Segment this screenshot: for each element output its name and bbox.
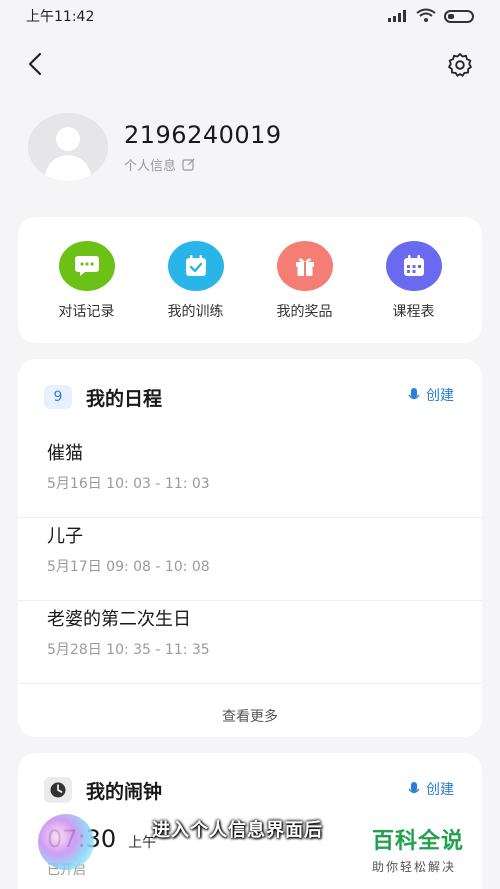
quick-action-timetable[interactable]: 课程表 bbox=[364, 241, 464, 343]
status-time: 上午11:42 bbox=[26, 9, 95, 25]
microphone-icon bbox=[408, 782, 420, 794]
schedule-item-title: 儿子 bbox=[47, 526, 83, 547]
schedule-header: 9 我的日程 创建 bbox=[18, 359, 482, 435]
voice-assistant-orb[interactable] bbox=[38, 814, 94, 870]
quick-action-label: 课程表 bbox=[392, 304, 435, 320]
chat-icon bbox=[58, 241, 115, 291]
avatar[interactable] bbox=[28, 113, 108, 181]
schedule-item-title: 催猫 bbox=[47, 443, 83, 464]
watermark-subtitle: 助你轻松解决 bbox=[372, 860, 457, 874]
quick-action-label: 对话记录 bbox=[58, 304, 115, 320]
create-label: 创建 bbox=[426, 782, 454, 798]
wifi-icon bbox=[416, 7, 436, 26]
personal-info-link[interactable]: 个人信息 bbox=[124, 155, 282, 174]
schedule-card: 9 我的日程 创建 催猫 5月16日 10: 03 - 11: 03 儿子 5月… bbox=[18, 359, 482, 737]
watermark-title: 百科全说 bbox=[372, 829, 465, 854]
calendar-grid-icon bbox=[385, 241, 442, 291]
schedule-item-title: 老婆的第二次生日 bbox=[47, 609, 191, 630]
personal-info-label: 个人信息 bbox=[124, 158, 177, 174]
back-button[interactable] bbox=[22, 50, 50, 78]
chevron-left-icon bbox=[28, 52, 42, 76]
schedule-item-time: 5月17日 09: 08 - 10: 08 bbox=[47, 559, 210, 575]
quick-action-my-training[interactable]: 我的训练 bbox=[146, 241, 246, 343]
calendar-check-icon bbox=[167, 241, 224, 291]
view-more-button[interactable]: 查看更多 bbox=[18, 684, 482, 747]
signal-icon bbox=[388, 7, 408, 26]
schedule-create-button[interactable]: 创建 bbox=[408, 385, 454, 405]
top-nav bbox=[0, 44, 500, 84]
watermark: 百科全说 助你轻松解决 bbox=[372, 828, 494, 875]
clock-icon bbox=[44, 777, 72, 803]
profile-section: 2196240019 个人信息 bbox=[28, 112, 282, 182]
schedule-item[interactable]: 老婆的第二次生日 5月28日 10: 35 - 11: 35 bbox=[18, 601, 482, 684]
microphone-icon bbox=[408, 388, 420, 400]
gear-icon bbox=[448, 53, 472, 77]
create-label: 创建 bbox=[426, 388, 454, 404]
video-subtitle: 进入个人信息界面后 bbox=[152, 820, 323, 841]
quick-action-my-prizes[interactable]: 我的奖品 bbox=[255, 241, 355, 343]
status-bar: 上午11:42 bbox=[0, 0, 500, 32]
user-id: 2196240019 bbox=[124, 120, 282, 149]
status-icons bbox=[388, 7, 474, 26]
quick-action-label: 我的训练 bbox=[167, 304, 224, 320]
battery-icon bbox=[444, 9, 474, 23]
schedule-item[interactable]: 催猫 5月16日 10: 03 - 11: 03 bbox=[18, 435, 482, 518]
default-avatar-icon bbox=[28, 113, 108, 181]
day-badge: 9 bbox=[44, 385, 72, 409]
schedule-item-time: 5月28日 10: 35 - 11: 35 bbox=[47, 642, 210, 658]
gift-icon bbox=[276, 241, 333, 291]
quick-action-label: 我的奖品 bbox=[276, 304, 333, 320]
alarm-title: 我的闹钟 bbox=[86, 780, 163, 803]
quick-actions-card: 对话记录 我的训练 我的奖品 课程表 bbox=[18, 217, 482, 343]
alarm-create-button[interactable]: 创建 bbox=[408, 779, 454, 799]
quick-action-chat-history[interactable]: 对话记录 bbox=[37, 241, 137, 343]
schedule-item[interactable]: 儿子 5月17日 09: 08 - 10: 08 bbox=[18, 518, 482, 601]
edit-icon bbox=[182, 158, 195, 171]
settings-button[interactable] bbox=[446, 51, 474, 79]
schedule-title: 我的日程 bbox=[86, 387, 163, 410]
schedule-item-time: 5月16日 10: 03 - 11: 03 bbox=[47, 476, 210, 492]
